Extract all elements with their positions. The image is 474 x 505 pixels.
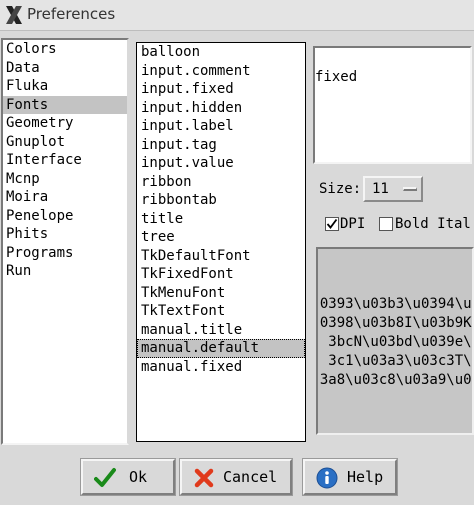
help-button[interactable]: Help <box>302 458 398 496</box>
font-item-manual-title[interactable]: manual.title <box>137 321 305 340</box>
checkmark-icon <box>94 468 116 487</box>
font-item-input-label[interactable]: input.label <box>137 117 305 136</box>
category-item-phits[interactable]: Phits <box>3 225 127 244</box>
font-sample-preview: 0393\u03b3\u0394\u0 0398\u03b8I\u03b9K\ … <box>316 247 474 435</box>
font-item-tkdefaultfont[interactable]: TkDefaultFont <box>137 247 305 266</box>
window-title: Preferences <box>27 5 116 23</box>
sample-line: 3a8\u03c8\u03a9\u03 <box>319 372 474 388</box>
menu-indicator-icon <box>403 187 417 191</box>
size-value: 11 <box>372 181 389 197</box>
category-item-moira[interactable]: Moira <box>3 188 127 207</box>
sample-line: 0398\u03b8I\u03b9K\ <box>319 315 474 331</box>
sample-line: 3c1\u03a3\u03c3T\u <box>328 353 474 369</box>
font-item-tkfixedfont[interactable]: TkFixedFont <box>137 265 305 284</box>
help-label: Help <box>347 468 384 486</box>
font-item-balloon[interactable]: balloon <box>137 43 305 62</box>
category-item-geometry[interactable]: Geometry <box>3 114 127 133</box>
font-item-title[interactable]: title <box>137 210 305 229</box>
cancel-button[interactable]: Cancel <box>179 458 293 496</box>
font-item-tree[interactable]: tree <box>137 228 305 247</box>
font-item-input-hidden[interactable]: input.hidden <box>137 99 305 118</box>
checkmark-icon <box>326 218 338 229</box>
font-item-manual-default[interactable]: manual.default <box>137 339 305 358</box>
category-item-penelope[interactable]: Penelope <box>3 207 127 226</box>
category-item-fonts[interactable]: Fonts <box>3 95 127 114</box>
size-label: Size: <box>319 181 362 197</box>
font-item-input-fixed[interactable]: input.fixed <box>137 80 305 99</box>
bold-italic-label: Bold Ital <box>395 216 471 232</box>
x-app-icon <box>6 6 22 24</box>
dpi-label: DPI <box>340 216 366 232</box>
close-icon <box>194 468 214 488</box>
size-menubutton[interactable]: 11 <box>363 176 423 202</box>
font-item-manual-fixed[interactable]: manual.fixed <box>137 358 305 377</box>
font-item-input-comment[interactable]: input.comment <box>137 62 305 81</box>
category-item-colors[interactable]: Colors <box>3 40 127 59</box>
bold-italic-checkbox[interactable] <box>379 217 393 231</box>
font-item-tktextfont[interactable]: TkTextFont <box>137 302 305 321</box>
category-item-data[interactable]: Data <box>3 59 127 78</box>
category-list[interactable]: Colors Data Fluka Fonts Geometry Gnuplot Inter… <box>1 38 129 445</box>
category-item-mcnp[interactable]: Mcnp <box>3 170 127 189</box>
cancel-label: Cancel <box>223 468 278 486</box>
category-item-run[interactable]: Run <box>3 262 127 281</box>
category-item-interface[interactable]: Interface <box>3 151 127 170</box>
sample-line: 3bcN\u03bd\u039e\u <box>328 334 474 350</box>
category-item-programs[interactable]: Programs <box>3 244 127 263</box>
font-item-input-tag[interactable]: input.tag <box>137 136 305 155</box>
title-bar: Preferences <box>0 0 474 31</box>
category-item-gnuplot[interactable]: Gnuplot <box>3 133 127 152</box>
sample-line: 0393\u03b3\u0394\u0 <box>319 296 474 312</box>
info-icon <box>316 467 338 489</box>
dpi-checkbox[interactable] <box>325 217 339 231</box>
font-item-ribbon[interactable]: ribbon <box>137 173 305 192</box>
font-item-ribbontab[interactable]: ribbontab <box>137 191 305 210</box>
font-name-value: fixed <box>315 69 358 85</box>
font-item-tkmenufont[interactable]: TkMenuFont <box>137 284 305 303</box>
font-list[interactable]: balloon input.comment input.fixed input.hid… <box>136 42 306 442</box>
ok-label: Ok <box>129 468 148 486</box>
font-item-input-value[interactable]: input.value <box>137 154 305 173</box>
font-name-display[interactable]: fixed <box>313 46 472 164</box>
ok-button[interactable]: Ok <box>80 458 176 496</box>
category-item-fluka[interactable]: Fluka <box>3 77 127 96</box>
